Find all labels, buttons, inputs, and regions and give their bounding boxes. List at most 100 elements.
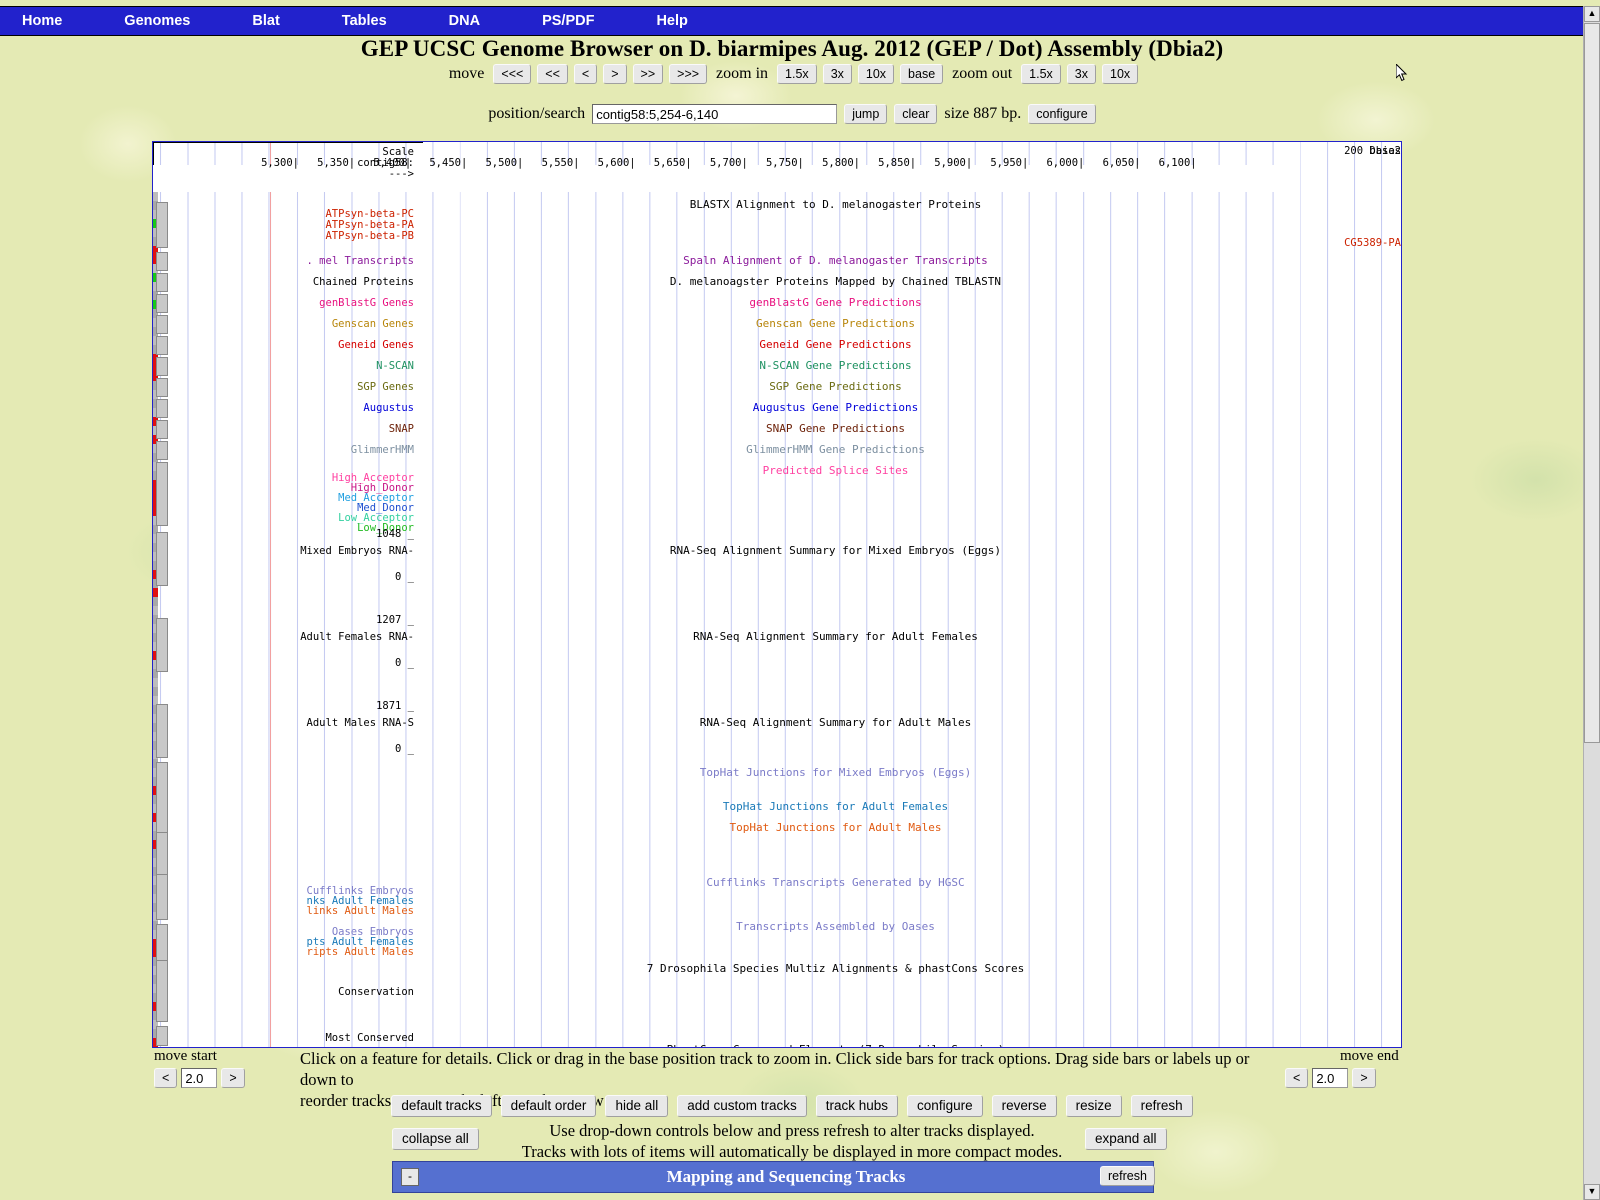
resize-button[interactable]: resize bbox=[1065, 1095, 1122, 1117]
base-position-track-bg[interactable] bbox=[153, 165, 1284, 192]
menu-item-dna[interactable]: DNA bbox=[439, 13, 490, 29]
default-tracks-button[interactable]: default tracks bbox=[391, 1095, 492, 1117]
track-label-genscan[interactable]: Genscan Genes bbox=[332, 319, 414, 330]
track-label-chained-tblastn[interactable]: Chained Proteins bbox=[313, 277, 414, 288]
track-sidebar-handle[interactable] bbox=[156, 315, 168, 334]
track-sidebar-handle[interactable] bbox=[156, 252, 168, 271]
track-sidebar-handle[interactable] bbox=[156, 618, 168, 672]
clear-button[interactable]: clear bbox=[894, 104, 938, 124]
position-search-row: position/search jump clear size 887 bp. … bbox=[0, 104, 1584, 124]
track-label-glimmerhmm[interactable]: GlimmerHMM bbox=[351, 445, 414, 456]
track-sidebar-handle[interactable] bbox=[156, 704, 168, 758]
track-sidebar-handle[interactable] bbox=[156, 357, 168, 376]
navigation-controls: move <<< << < > >> >>> zoom in 1.5x 3x 1… bbox=[0, 64, 1584, 84]
add-custom-tracks-button[interactable]: add custom tracks bbox=[677, 1095, 807, 1117]
move-start-prev-button[interactable]: < bbox=[154, 1068, 178, 1088]
default-order-button[interactable]: default order bbox=[500, 1095, 597, 1117]
zoom-in-1_5x-button[interactable]: 1.5x bbox=[777, 64, 817, 84]
rnaseq-max-rnaseq-females: 1207 _ bbox=[376, 614, 414, 626]
menu-item-blat[interactable]: Blat bbox=[242, 13, 289, 29]
move-far-left-button[interactable]: <<< bbox=[493, 64, 532, 84]
usage-line-2: Tracks with lots of items will automatic… bbox=[521, 1142, 1063, 1161]
reverse-button[interactable]: reverse bbox=[991, 1095, 1057, 1117]
mouse-cursor bbox=[1396, 64, 1408, 82]
scroll-down-arrow-icon[interactable]: ▼ bbox=[1584, 1184, 1600, 1200]
track-label-ATPsyn-beta-PB[interactable]: ATPsyn-beta-PB bbox=[325, 231, 414, 242]
menu-item-home[interactable]: Home bbox=[12, 13, 72, 29]
expand-all-button[interactable]: expand all bbox=[1085, 1128, 1167, 1150]
blastx-feature-label[interactable]: CG5389-PA bbox=[1273, 238, 1401, 249]
ruler-tick-6100: 6,100| bbox=[1158, 157, 1197, 169]
track-title-tophat-embryos: TopHat Junctions for Mixed Embryos (Eggs… bbox=[699, 766, 972, 779]
zoom-out-1_5x-button[interactable]: 1.5x bbox=[1021, 64, 1061, 84]
track-sidebar-handle[interactable] bbox=[156, 378, 168, 397]
track-label-conservation[interactable]: Conservation bbox=[338, 987, 414, 998]
menu-item-genomes[interactable]: Genomes bbox=[114, 13, 200, 29]
group-refresh-button[interactable]: refresh bbox=[1100, 1166, 1155, 1186]
move-end-prev-button[interactable]: < bbox=[1285, 1068, 1309, 1088]
scroll-up-arrow-icon[interactable]: ▲ bbox=[1584, 6, 1600, 22]
track-title-rnaseq-females: RNA-Seq Alignment Summary for Adult Fema… bbox=[693, 630, 978, 643]
track-label-spaln[interactable]: . mel Transcripts bbox=[307, 256, 414, 267]
track-sidebar-handle[interactable] bbox=[156, 1026, 168, 1046]
track-sidebar-handle[interactable] bbox=[156, 532, 168, 586]
track-sidebar-handle[interactable] bbox=[156, 462, 168, 526]
track-label-most-conserved[interactable]: Most Conserved bbox=[325, 1033, 414, 1044]
position-search-input[interactable] bbox=[592, 104, 838, 124]
track-label-augustus[interactable]: Augustus bbox=[363, 403, 414, 414]
track-sidebar-handle[interactable] bbox=[156, 294, 168, 313]
hide-all-button[interactable]: hide all bbox=[605, 1095, 669, 1117]
page-vertical-scrollbar[interactable]: ▲ ▼ bbox=[1583, 6, 1600, 1200]
ruler-tick-5900: 5,900| bbox=[934, 157, 973, 169]
jump-button[interactable]: jump bbox=[844, 104, 888, 124]
track-label-sgp[interactable]: SGP Genes bbox=[357, 382, 414, 393]
configure-tracks-button[interactable]: configure bbox=[907, 1095, 983, 1117]
track-sidebar-handle[interactable] bbox=[156, 874, 168, 920]
track-hubs-button[interactable]: track hubs bbox=[815, 1095, 899, 1117]
refresh-button[interactable]: refresh bbox=[1130, 1095, 1193, 1117]
configure-button[interactable]: configure bbox=[1028, 104, 1096, 124]
zoom-out-10x-button[interactable]: 10x bbox=[1102, 64, 1139, 84]
track-sidebar-handle[interactable] bbox=[156, 399, 168, 418]
track-sidebar-handle[interactable] bbox=[156, 273, 168, 292]
track-label-nscan[interactable]: N-SCAN bbox=[376, 361, 414, 372]
menu-item-pspdf[interactable]: PS/PDF bbox=[532, 13, 604, 29]
group-collapse-toggle[interactable]: - bbox=[401, 1168, 419, 1186]
genome-browser-image[interactable]: Scale contig58: ---> 200 bases Dbia2 5,300| 5,… bbox=[152, 141, 1402, 1048]
move-left-small-button[interactable]: < bbox=[573, 64, 598, 84]
track-label-snap[interactable]: SNAP bbox=[389, 424, 414, 435]
track-sidebar-handle[interactable] bbox=[156, 202, 168, 248]
move-end-label: move end bbox=[1340, 1048, 1399, 1064]
move-left-button[interactable]: << bbox=[537, 64, 568, 84]
menu-item-tables[interactable]: Tables bbox=[332, 13, 397, 29]
rnaseq-min-rnaseq-embryos: 0 _ bbox=[395, 571, 414, 583]
collapse-all-button[interactable]: collapse all bbox=[392, 1128, 479, 1150]
zoom-in-base-button[interactable]: base bbox=[900, 64, 944, 84]
ruler-tick-5300: 5,300| bbox=[261, 157, 299, 169]
move-start-next-button[interactable]: > bbox=[221, 1068, 245, 1088]
zoom-out-3x-button[interactable]: 3x bbox=[1066, 64, 1096, 84]
move-end-next-button[interactable]: > bbox=[1352, 1068, 1376, 1088]
move-start-label: move start bbox=[154, 1048, 217, 1064]
zoom-in-3x-button[interactable]: 3x bbox=[822, 64, 852, 84]
move-right-button[interactable]: >> bbox=[632, 64, 664, 84]
track-label-geneid[interactable]: Geneid Genes bbox=[338, 340, 414, 351]
base-cell bbox=[153, 687, 159, 696]
ruler-tick-6000: 6,000| bbox=[1046, 157, 1085, 169]
track-label-genblastg[interactable]: genBlastG Genes bbox=[319, 298, 414, 309]
scrollbar-thumb[interactable] bbox=[1584, 23, 1600, 743]
move-end-input[interactable] bbox=[1312, 1068, 1349, 1088]
track-sidebar-handle[interactable] bbox=[156, 336, 168, 355]
move-right-small-button[interactable]: > bbox=[603, 64, 627, 84]
menu-item-help[interactable]: Help bbox=[646, 13, 697, 29]
track-sidebar-handle[interactable] bbox=[156, 441, 168, 460]
zoom-in-10x-button[interactable]: 10x bbox=[857, 64, 895, 84]
track-label-links Adult Males[interactable]: links Adult Males bbox=[307, 906, 414, 917]
track-label-ripts Adult Males[interactable]: ripts Adult Males bbox=[307, 947, 414, 958]
track-sidebar-handle[interactable] bbox=[156, 960, 168, 1022]
track-title-glimmerhmm: GlimmerHMM Gene Predictions bbox=[746, 443, 925, 456]
move-far-right-button[interactable]: >>> bbox=[669, 64, 708, 84]
track-sidebar-handle[interactable] bbox=[156, 420, 168, 439]
move-start-input[interactable] bbox=[181, 1068, 218, 1088]
ruler-tick-6050: 6,050| bbox=[1102, 157, 1141, 169]
